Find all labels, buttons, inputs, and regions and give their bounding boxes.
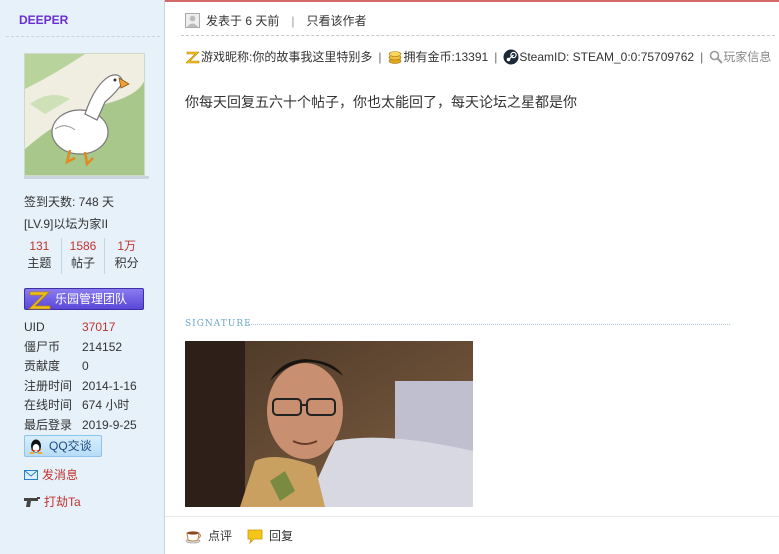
send-message-label: 发消息 [42,468,79,482]
speech-bubble-icon [247,529,263,544]
info-value: 2019-9-25 [82,417,137,432]
separator: | [378,49,382,64]
post-actions: 点评 回复 [185,527,307,544]
send-message-link[interactable]: 发消息 [24,466,78,483]
info-key: 注册时间 [24,378,73,393]
count-posts-label: 帖子 [71,256,96,270]
gold-coins-icon [389,50,402,64]
user-counts: 131 主题 1586 帖子 1万 积分 [18,238,148,274]
only-author-link[interactable]: 只看该作者 [306,12,366,29]
signature-image [185,341,473,507]
count-posts[interactable]: 1586 帖子 [62,238,106,274]
team-badge[interactable]: 乐园管理团队 [24,288,144,310]
reply-button[interactable]: 回复 [246,527,293,544]
info-key: 最后登录 [24,417,73,432]
info-row-last-login: 最后登录 2019-9-25 [24,416,137,436]
team-badge-label: 乐园管理团队 [55,292,128,306]
divider [165,516,779,517]
info-row-coins: 僵尸币 214152 [24,338,137,358]
separator: | [494,49,498,64]
qq-chat-label: QQ交谈 [49,439,92,453]
author-sidebar: DEEPER 签到天数: 748 天 [LV.9]以坛为家II 131 主题 1… [0,0,165,554]
z-logo-icon [28,291,51,310]
post-meta: 发表于 6 天前 | 只看该作者 [185,12,366,29]
gold-amount: 拥有金币:13391 [403,50,489,64]
avatar-shadow [24,176,149,179]
avatar[interactable] [24,53,145,176]
count-points-value: 1万 [117,239,137,253]
steam-icon [503,49,519,64]
signature-divider [248,324,730,325]
post-content: 你每天回复五六十个帖子，你也太能回了，每天论坛之星都是你 [185,94,577,110]
count-topics[interactable]: 131 主题 [18,238,62,274]
info-row-register: 注册时间 2014-1-16 [24,377,137,397]
info-value: 0 [82,359,89,373]
info-key: 贡献度 [24,359,61,373]
player-info-link[interactable]: 玩家信息 [723,48,771,65]
signature-label: SIGNATURE [185,319,252,329]
user-info-table: UID 37017 僵尸币 214152 贡献度 0 注册时间 2014-1-1… [24,318,137,435]
info-key: 僵尸币 [24,339,61,354]
info-key: UID [24,320,45,334]
author-username[interactable]: DEEPER [19,13,68,27]
count-topics-label: 主题 [27,256,52,270]
count-points-label: 积分 [114,256,139,270]
game-nickname: 游戏昵称:你的故事我这里特别多 [201,50,373,64]
info-value: 214152 [82,339,123,354]
post-top-border [165,0,779,2]
game-info-bar: 游戏昵称:你的故事我这里特别多 | 拥有金币:13391 | SteamID: … [185,48,771,65]
info-value[interactable]: 37017 [82,318,115,338]
coffee-cup-icon [185,530,201,543]
info-row-uid: UID 37017 [24,318,137,338]
reply-label: 回复 [269,529,294,543]
rate-label: 点评 [208,529,233,543]
search-icon [709,50,723,64]
z-logo-icon [185,51,200,63]
user-online-icon [185,13,200,28]
divider [181,35,775,36]
rob-user-link[interactable]: 打劫Ta [24,493,81,510]
goose-avatar-image [25,54,144,175]
info-key: 在线时间 [24,398,73,412]
rate-button[interactable]: 点评 [185,527,232,544]
qq-chat-button[interactable]: QQ交谈 [24,435,102,457]
post-time: 发表于 6 天前 [206,14,280,28]
rob-user-label: 打劫Ta [44,495,81,509]
steam-id: SteamID: STEAM_0:0:75709762 [519,49,695,64]
separator: | [700,49,704,64]
info-row-online: 在线时间 674 小时 [24,396,137,416]
divider [6,36,160,37]
info-value: 674 小时 [82,398,130,412]
count-topics-value: 131 [29,239,50,253]
info-value: 2014-1-16 [82,378,137,393]
gun-icon [24,496,40,507]
count-points[interactable]: 1万 积分 [105,238,148,274]
envelope-icon [24,469,38,480]
info-row-contribution: 贡献度 0 [24,357,137,377]
signature-photo [185,341,473,507]
count-posts-value: 1586 [69,239,97,253]
user-level[interactable]: [LV.9]以坛为家II [24,215,108,232]
meta-separator: | [291,13,295,28]
checkin-days: 签到天数: 748 天 [24,195,115,209]
qq-penguin-icon [29,439,43,454]
